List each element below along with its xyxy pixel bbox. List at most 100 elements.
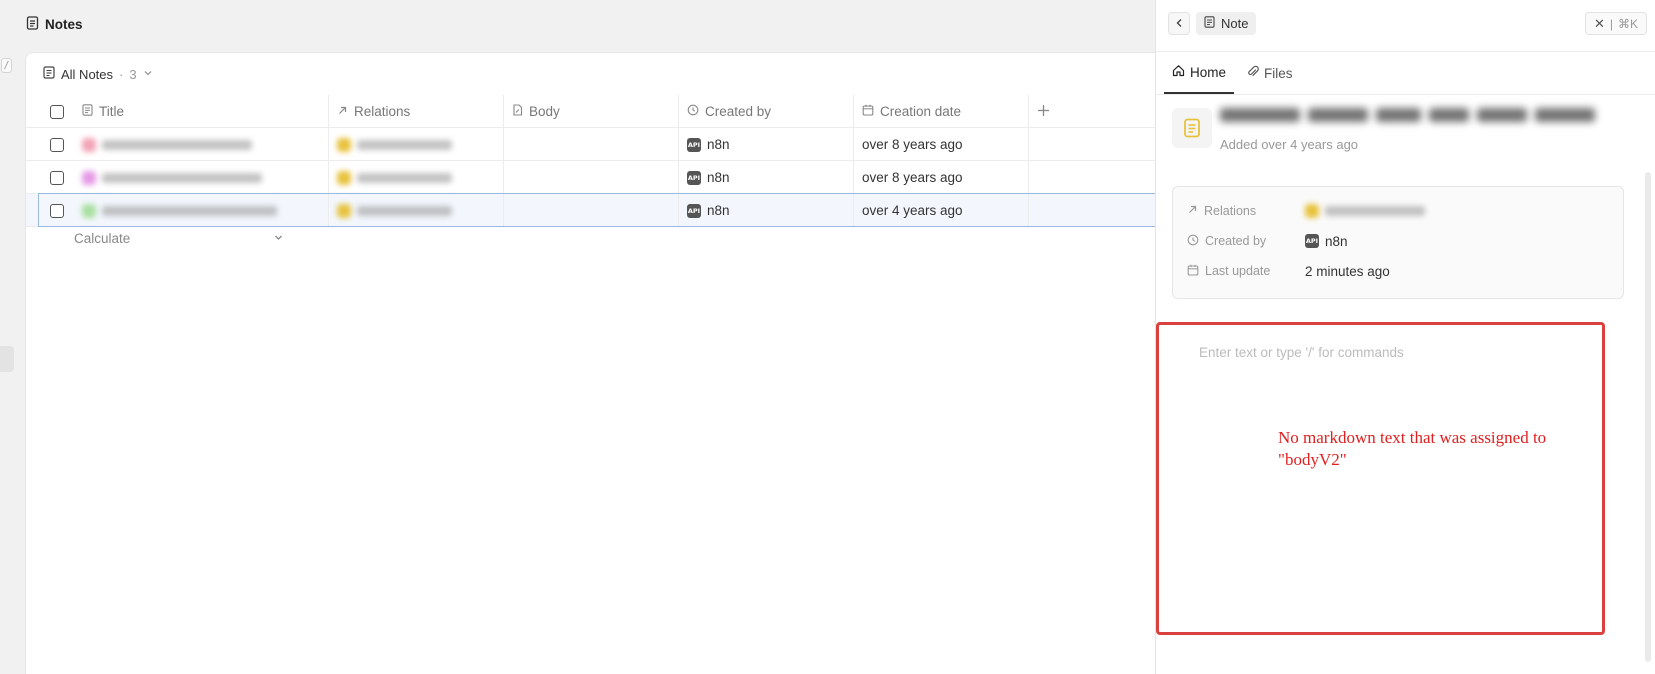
home-icon	[1172, 64, 1185, 80]
created-by-value: n8n	[707, 137, 730, 152]
blurred-title	[82, 170, 262, 185]
panel-tabs: Home Files	[1164, 52, 1301, 94]
calendar-icon	[862, 104, 874, 119]
field-label: Last update	[1187, 264, 1305, 279]
relations-cell[interactable]	[329, 161, 504, 194]
api-icon: API	[687, 137, 701, 152]
body-cell[interactable]	[504, 128, 679, 161]
body-cell[interactable]	[504, 194, 679, 227]
note-record-icon	[1172, 108, 1212, 148]
table-row[interactable]: API n8n over 8 years ago	[26, 128, 1156, 161]
add-column-button[interactable]	[1029, 95, 1156, 128]
field-last-update: Last update 2 minutes ago	[1187, 261, 1607, 281]
created-by-cell[interactable]: API n8n	[679, 194, 854, 227]
creation-date-cell[interactable]: over 8 years ago	[854, 161, 1029, 194]
select-all-checkbox[interactable]	[26, 95, 74, 128]
creation-date-value: over 8 years ago	[862, 170, 963, 185]
doc-edit-icon	[512, 104, 523, 119]
title-cell[interactable]	[74, 194, 329, 227]
creation-date-cell[interactable]: over 4 years ago	[854, 194, 1029, 227]
side-panel-header: Note ✕ | ⌘K	[1156, 0, 1655, 52]
record-count: 3	[129, 66, 137, 82]
created-by-cell[interactable]: API n8n	[679, 128, 854, 161]
table-row-selected[interactable]: API n8n over 4 years ago	[26, 193, 1156, 227]
record-type-label: Note	[1221, 16, 1249, 31]
paperclip-icon	[1246, 65, 1259, 81]
column-header-creation-date[interactable]: Creation date	[854, 95, 1029, 128]
body-editor[interactable]: Enter text or type '/' for commands No m…	[1156, 322, 1605, 635]
app-header: Notes	[26, 14, 83, 34]
chevron-left-icon	[1175, 16, 1184, 31]
blurred-title	[82, 137, 252, 152]
empty-cell	[1029, 161, 1156, 194]
notes-icon	[26, 15, 39, 33]
field-created-by: Created by API n8n	[1187, 231, 1607, 251]
column-header-created-by[interactable]: Created by	[679, 95, 854, 128]
blurred-relation	[337, 170, 452, 185]
calculate-dropdown[interactable]: Calculate	[74, 227, 284, 249]
creation-date-cell[interactable]: over 8 years ago	[854, 128, 1029, 161]
blurred-relation	[1305, 204, 1425, 218]
close-panel-button[interactable]: ✕ | ⌘K	[1584, 12, 1647, 35]
relations-cell[interactable]	[329, 128, 504, 161]
slash-shortcut-hint[interactable]: /	[1, 58, 12, 73]
main-panel: All Notes · 3 Title Relations Body Creat…	[25, 52, 1156, 674]
title-cell[interactable]	[74, 161, 329, 194]
creation-date-value: over 4 years ago	[862, 203, 963, 218]
close-shortcut: ⌘K	[1617, 16, 1638, 31]
field-label-text: Last update	[1205, 264, 1271, 278]
blurred-record-title[interactable]	[1220, 108, 1630, 130]
arrow-up-right-icon	[1187, 204, 1198, 218]
row-checkbox[interactable]	[26, 128, 74, 161]
field-label: Relations	[1187, 204, 1305, 218]
created-by-cell[interactable]: API n8n	[679, 161, 854, 194]
body-cell[interactable]	[504, 161, 679, 194]
view-switcher[interactable]: All Notes · 3	[43, 63, 153, 85]
row-checkbox[interactable]	[26, 194, 74, 227]
creation-date-value: over 8 years ago	[862, 137, 963, 152]
chevron-down-icon	[273, 231, 284, 246]
editor-placeholder: Enter text or type '/' for commands	[1199, 345, 1404, 360]
last-update-value: 2 minutes ago	[1305, 263, 1390, 279]
panel-scrollbar[interactable]	[1645, 172, 1651, 662]
tab-files[interactable]: Files	[1238, 52, 1301, 94]
table-row[interactable]: API n8n over 8 years ago	[26, 161, 1156, 194]
row-checkbox[interactable]	[26, 161, 74, 194]
arrow-up-right-icon	[337, 104, 348, 119]
calendar-clock-icon	[1187, 264, 1199, 279]
history-icon	[687, 104, 699, 119]
tab-label: Files	[1264, 65, 1293, 81]
blurred-relation	[337, 203, 452, 218]
relations-cell[interactable]	[329, 194, 504, 227]
column-header-title[interactable]: Title	[74, 95, 329, 128]
table-header-row: Title Relations Body Created by Creation…	[26, 95, 1156, 128]
api-icon: API	[1305, 234, 1319, 248]
empty-cell	[1029, 128, 1156, 161]
record-fields-card: Relations Created by API n8n Last update…	[1172, 186, 1624, 299]
tab-home[interactable]: Home	[1164, 52, 1235, 94]
column-header-relations[interactable]: Relations	[329, 95, 504, 128]
calculate-label: Calculate	[74, 230, 131, 246]
rail-collapse-handle[interactable]	[0, 346, 14, 372]
chevron-down-icon	[143, 68, 153, 81]
back-button[interactable]	[1168, 12, 1190, 35]
record-subtitle: Added over 4 years ago	[1220, 137, 1359, 152]
field-value: API n8n	[1305, 234, 1348, 249]
column-header-body[interactable]: Body	[504, 95, 679, 128]
list-icon	[43, 66, 55, 82]
view-separator: ·	[119, 66, 124, 82]
column-header-label: Creation date	[880, 104, 962, 119]
record-type-chip: Note	[1196, 12, 1257, 35]
blurred-relation	[337, 137, 452, 152]
title-cell[interactable]	[74, 128, 329, 161]
column-header-label: Relations	[354, 104, 411, 119]
field-label: Created by	[1187, 234, 1305, 249]
created-by-value: n8n	[1325, 233, 1348, 249]
left-rail: /	[0, 0, 14, 674]
history-icon	[1187, 234, 1199, 249]
field-label-text: Relations	[1204, 204, 1257, 218]
records-table: Title Relations Body Created by Creation…	[26, 95, 1156, 227]
blurred-title	[82, 203, 277, 218]
field-relations[interactable]: Relations	[1187, 201, 1607, 221]
shortcut-separator: |	[1609, 16, 1613, 31]
